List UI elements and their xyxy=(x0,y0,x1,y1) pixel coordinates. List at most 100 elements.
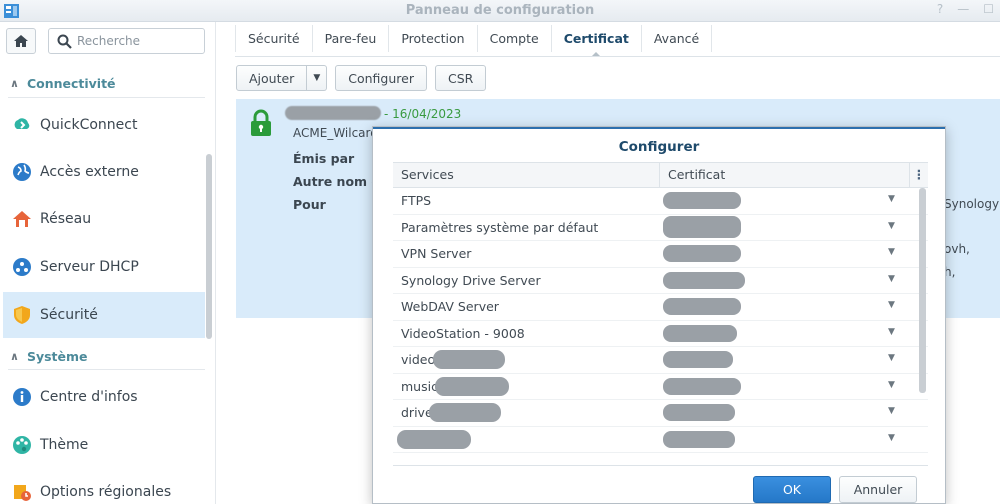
section-connectivite[interactable]: ∧ Connectivité xyxy=(0,69,205,97)
table-row[interactable]: VPN Server ▼ xyxy=(393,241,928,268)
sidebar-item-options-regionales[interactable]: Options régionales xyxy=(3,469,205,504)
chevron-down-icon[interactable]: ▼ xyxy=(888,194,895,204)
service-name: WebDAV Server xyxy=(401,299,499,314)
table-row[interactable]: VideoStation - 9008 ▼ xyxy=(393,321,928,347)
shield-icon xyxy=(11,304,33,326)
redacted-certificate xyxy=(663,271,745,289)
chevron-down-icon[interactable]: ▼ xyxy=(888,221,895,231)
redacted-certificate xyxy=(663,192,741,209)
chevron-down-icon[interactable]: ▼ xyxy=(888,274,895,284)
home-icon xyxy=(14,35,28,47)
cert-name: ACME_Wilcard_ xyxy=(293,126,384,140)
service-name: VideoStation - 9008 xyxy=(401,325,525,341)
csr-button[interactable]: CSR xyxy=(434,65,487,91)
tab-avance[interactable]: Avancé xyxy=(642,25,713,52)
chevron-down-icon[interactable]: ▼ xyxy=(888,300,895,310)
column-menu-icon[interactable]: ⋮ xyxy=(910,163,928,187)
tab-bar: Sécurité Pare-feu Protection Compte Cert… xyxy=(235,25,713,57)
table-row[interactable]: ▼ xyxy=(393,427,928,453)
cert-for-label: Pour xyxy=(293,197,326,212)
home-button[interactable] xyxy=(6,28,36,54)
maximize-icon[interactable]: ☐ xyxy=(983,2,994,16)
add-button[interactable]: Ajouter xyxy=(236,65,308,91)
sidebar-item-label: Réseau xyxy=(40,211,92,227)
help-icon[interactable]: ? xyxy=(937,2,943,16)
add-dropdown-button[interactable]: ▼ xyxy=(307,65,328,91)
lock-icon xyxy=(250,109,272,141)
table-row[interactable]: video. ▼ xyxy=(393,347,928,374)
info-icon xyxy=(11,386,33,408)
redacted-service-suffix xyxy=(435,376,509,396)
redacted-service-suffix xyxy=(429,403,501,422)
services-grid: Services Certificat ⋮ FTPS ▼ Paramètres … xyxy=(393,162,928,465)
section-label: Connectivité xyxy=(26,75,116,91)
sidebar-item-label: Sécurité xyxy=(40,307,98,323)
sidebar-item-acces-externe[interactable]: Accès externe xyxy=(3,149,205,195)
section-divider xyxy=(8,369,205,370)
cert-alt-name-value: ovh, xyxy=(944,242,970,256)
redacted-certificate xyxy=(663,404,735,421)
redacted-certificate xyxy=(663,298,741,315)
chevron-down-icon[interactable]: ▼ xyxy=(888,353,895,363)
configure-button[interactable]: Configurer xyxy=(335,65,427,91)
chevron-down-icon[interactable]: ▼ xyxy=(888,247,895,257)
dialog-title: Configurer xyxy=(373,127,945,163)
column-header-services[interactable]: Services xyxy=(393,163,660,187)
sidebar: ∧ Connectivité QuickConnect Accès extern… xyxy=(0,22,216,504)
tab-compte[interactable]: Compte xyxy=(478,25,552,52)
toolbar: Ajouter ▼ Configurer CSR xyxy=(236,65,487,91)
sidebar-item-label: Centre d'infos xyxy=(40,389,138,405)
sidebar-item-label: QuickConnect xyxy=(40,117,138,133)
chevron-down-icon[interactable]: ▼ xyxy=(888,327,895,337)
table-row[interactable]: music. ▼ xyxy=(393,374,928,400)
minimize-icon[interactable]: — xyxy=(957,2,969,16)
section-systeme[interactable]: ∧ Système xyxy=(0,342,205,370)
sidebar-item-label: Accès externe xyxy=(40,164,139,180)
cert-expiry-date: - 16/04/2023 xyxy=(384,107,462,121)
chevron-down-icon[interactable]: ▼ xyxy=(888,380,895,390)
sidebar-item-centre-infos[interactable]: Centre d'infos xyxy=(3,374,205,420)
service-name: VPN Server xyxy=(401,246,472,261)
table-row[interactable]: drive. ▼ xyxy=(393,400,928,427)
tab-certificat[interactable]: Certificat xyxy=(552,25,642,57)
window-titlebar: Panneau de configuration ? — ☐ xyxy=(0,0,1000,22)
sidebar-scrollbar[interactable] xyxy=(206,154,212,339)
sidebar-item-quickconnect[interactable]: QuickConnect xyxy=(3,102,205,148)
table-row[interactable]: WebDAV Server ▼ xyxy=(393,294,928,321)
search-icon xyxy=(57,34,72,53)
cert-issued-by-label: Émis par xyxy=(293,151,355,166)
section-label: Système xyxy=(26,348,88,364)
table-row[interactable]: Paramètres système par défaut ▼ xyxy=(393,215,928,241)
caret-down-icon: ▼ xyxy=(313,73,321,83)
chevron-down-icon[interactable]: ▼ xyxy=(888,433,895,443)
table-row[interactable]: Synology Drive Server ▼ xyxy=(393,268,928,294)
table-row[interactable]: FTPS ▼ xyxy=(393,188,928,215)
service-name: Synology Drive Server xyxy=(401,272,541,288)
search-field[interactable] xyxy=(48,28,205,54)
grid-header: Services Certificat ⋮ xyxy=(393,163,928,188)
dhcp-icon xyxy=(11,256,33,278)
tab-pare-feu[interactable]: Pare-feu xyxy=(313,25,390,52)
sidebar-item-label: Thème xyxy=(40,437,89,453)
sidebar-item-theme[interactable]: Thème xyxy=(3,422,205,468)
redacted-certificate xyxy=(663,351,733,368)
search-input[interactable] xyxy=(77,32,197,50)
sidebar-item-reseau[interactable]: Réseau xyxy=(3,196,205,242)
ok-button[interactable]: OK xyxy=(753,476,831,503)
window-title: Panneau de configuration xyxy=(405,3,595,18)
redacted-certificate xyxy=(663,245,741,262)
redacted-certificate xyxy=(663,430,735,448)
grid-scrollbar[interactable] xyxy=(919,188,926,393)
network-house-icon xyxy=(11,208,33,230)
sidebar-item-serveur-dhcp[interactable]: Serveur DHCP xyxy=(3,244,205,290)
chevron-down-icon[interactable]: ▼ xyxy=(888,406,895,416)
redacted-certificate xyxy=(663,377,741,395)
cancel-button[interactable]: Annuler xyxy=(839,476,917,503)
tab-securite[interactable]: Sécurité xyxy=(235,25,313,52)
sidebar-item-securite[interactable]: Sécurité xyxy=(3,292,205,338)
column-header-certificat[interactable]: Certificat xyxy=(660,163,910,187)
redacted-cert-title xyxy=(285,106,381,120)
chevron-up-icon: ∧ xyxy=(10,349,19,363)
tab-protection[interactable]: Protection xyxy=(389,25,478,52)
sidebar-item-label: Serveur DHCP xyxy=(40,259,139,275)
